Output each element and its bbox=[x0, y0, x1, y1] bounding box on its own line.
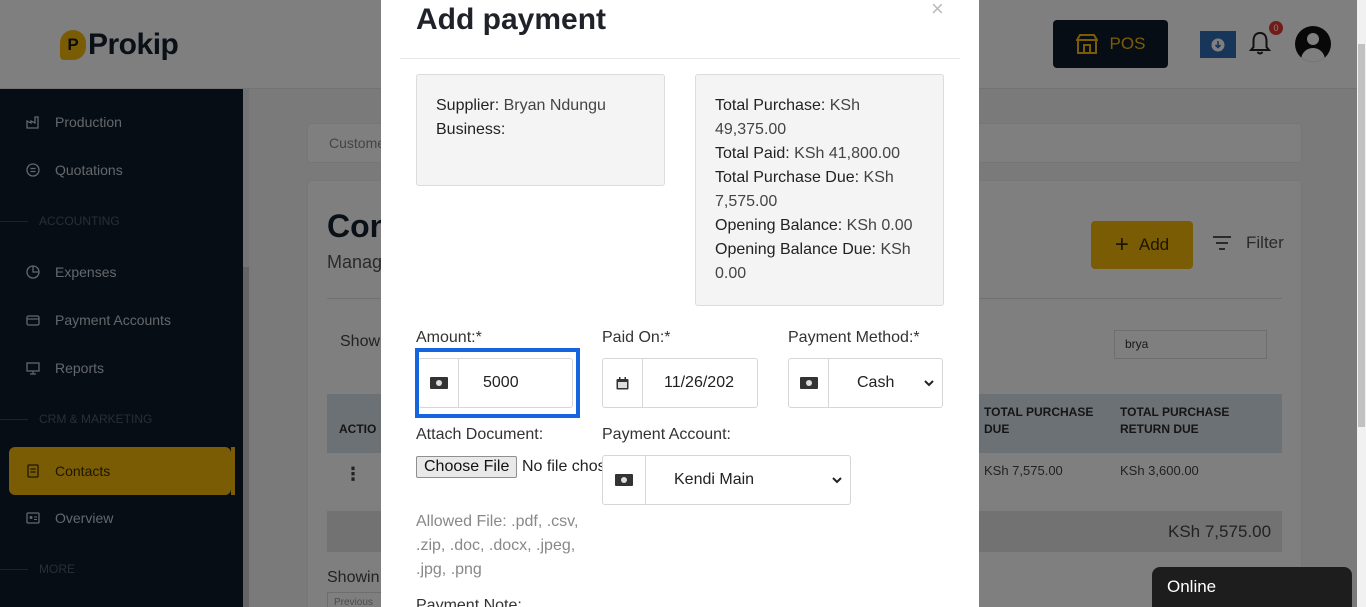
money-icon bbox=[603, 456, 646, 504]
opening-balance-due-label: Opening Balance Due: bbox=[715, 241, 876, 258]
paid-on-label: Paid On:* bbox=[602, 329, 671, 346]
no-file-chosen-text: No file chosen bbox=[522, 458, 602, 475]
opening-balance-label: Opening Balance: bbox=[715, 217, 843, 234]
payment-method-label: Payment Method:* bbox=[788, 329, 920, 346]
money-icon bbox=[789, 359, 829, 407]
add-payment-modal: Add payment × Supplier: Bryan Ndungu Bus… bbox=[381, 0, 979, 607]
payment-method-value: Cash bbox=[857, 374, 895, 391]
total-purchase-label: Total Purchase: bbox=[715, 97, 826, 114]
modal-header-divider bbox=[400, 58, 960, 59]
payment-method-field[interactable]: Cash bbox=[788, 358, 943, 408]
modal-title: Add payment bbox=[416, 3, 607, 36]
amount-focus-highlight bbox=[415, 348, 580, 418]
paid-on-input[interactable]: 11/26/202 bbox=[643, 359, 757, 407]
payment-method-select[interactable]: Cash bbox=[829, 359, 942, 407]
amount-label: Amount:* bbox=[416, 329, 482, 346]
supplier-info-panel: Supplier: Bryan Ndungu Business: bbox=[416, 74, 665, 186]
chevron-down-icon bbox=[832, 476, 842, 483]
business-label: Business: bbox=[436, 121, 506, 138]
payment-account-value: Kendi Main bbox=[674, 471, 755, 488]
payment-note-label: Payment Note: bbox=[416, 597, 522, 607]
close-icon[interactable]: × bbox=[931, 0, 944, 22]
total-paid-label: Total Paid: bbox=[715, 145, 790, 162]
total-paid-value: KSh 41,800.00 bbox=[794, 145, 901, 162]
choose-file-button[interactable]: Choose File bbox=[416, 456, 518, 478]
paid-on-field[interactable]: 11/26/202 bbox=[602, 358, 758, 408]
allowed-files-hint: Allowed File: .pdf, .csv, .zip, .doc, .d… bbox=[416, 513, 579, 578]
purchase-summary-panel: Total Purchase: KSh 49,375.00 Total Paid… bbox=[695, 74, 944, 306]
supplier-value: Bryan Ndungu bbox=[503, 97, 606, 114]
total-purchase-due-label: Total Purchase Due: bbox=[715, 169, 860, 186]
calendar-icon bbox=[603, 359, 643, 407]
opening-balance-value: KSh 0.00 bbox=[846, 217, 913, 234]
page-scrollbar[interactable] bbox=[1357, 0, 1366, 607]
payment-account-field[interactable]: Kendi Main bbox=[602, 455, 851, 505]
supplier-label: Supplier: bbox=[436, 97, 500, 114]
payment-account-select[interactable]: Kendi Main bbox=[646, 456, 850, 504]
attach-document-label: Attach Document: bbox=[416, 426, 544, 443]
chevron-down-icon bbox=[924, 379, 934, 386]
payment-account-label: Payment Account: bbox=[602, 426, 731, 443]
chat-status-widget[interactable]: Online bbox=[1152, 567, 1352, 607]
